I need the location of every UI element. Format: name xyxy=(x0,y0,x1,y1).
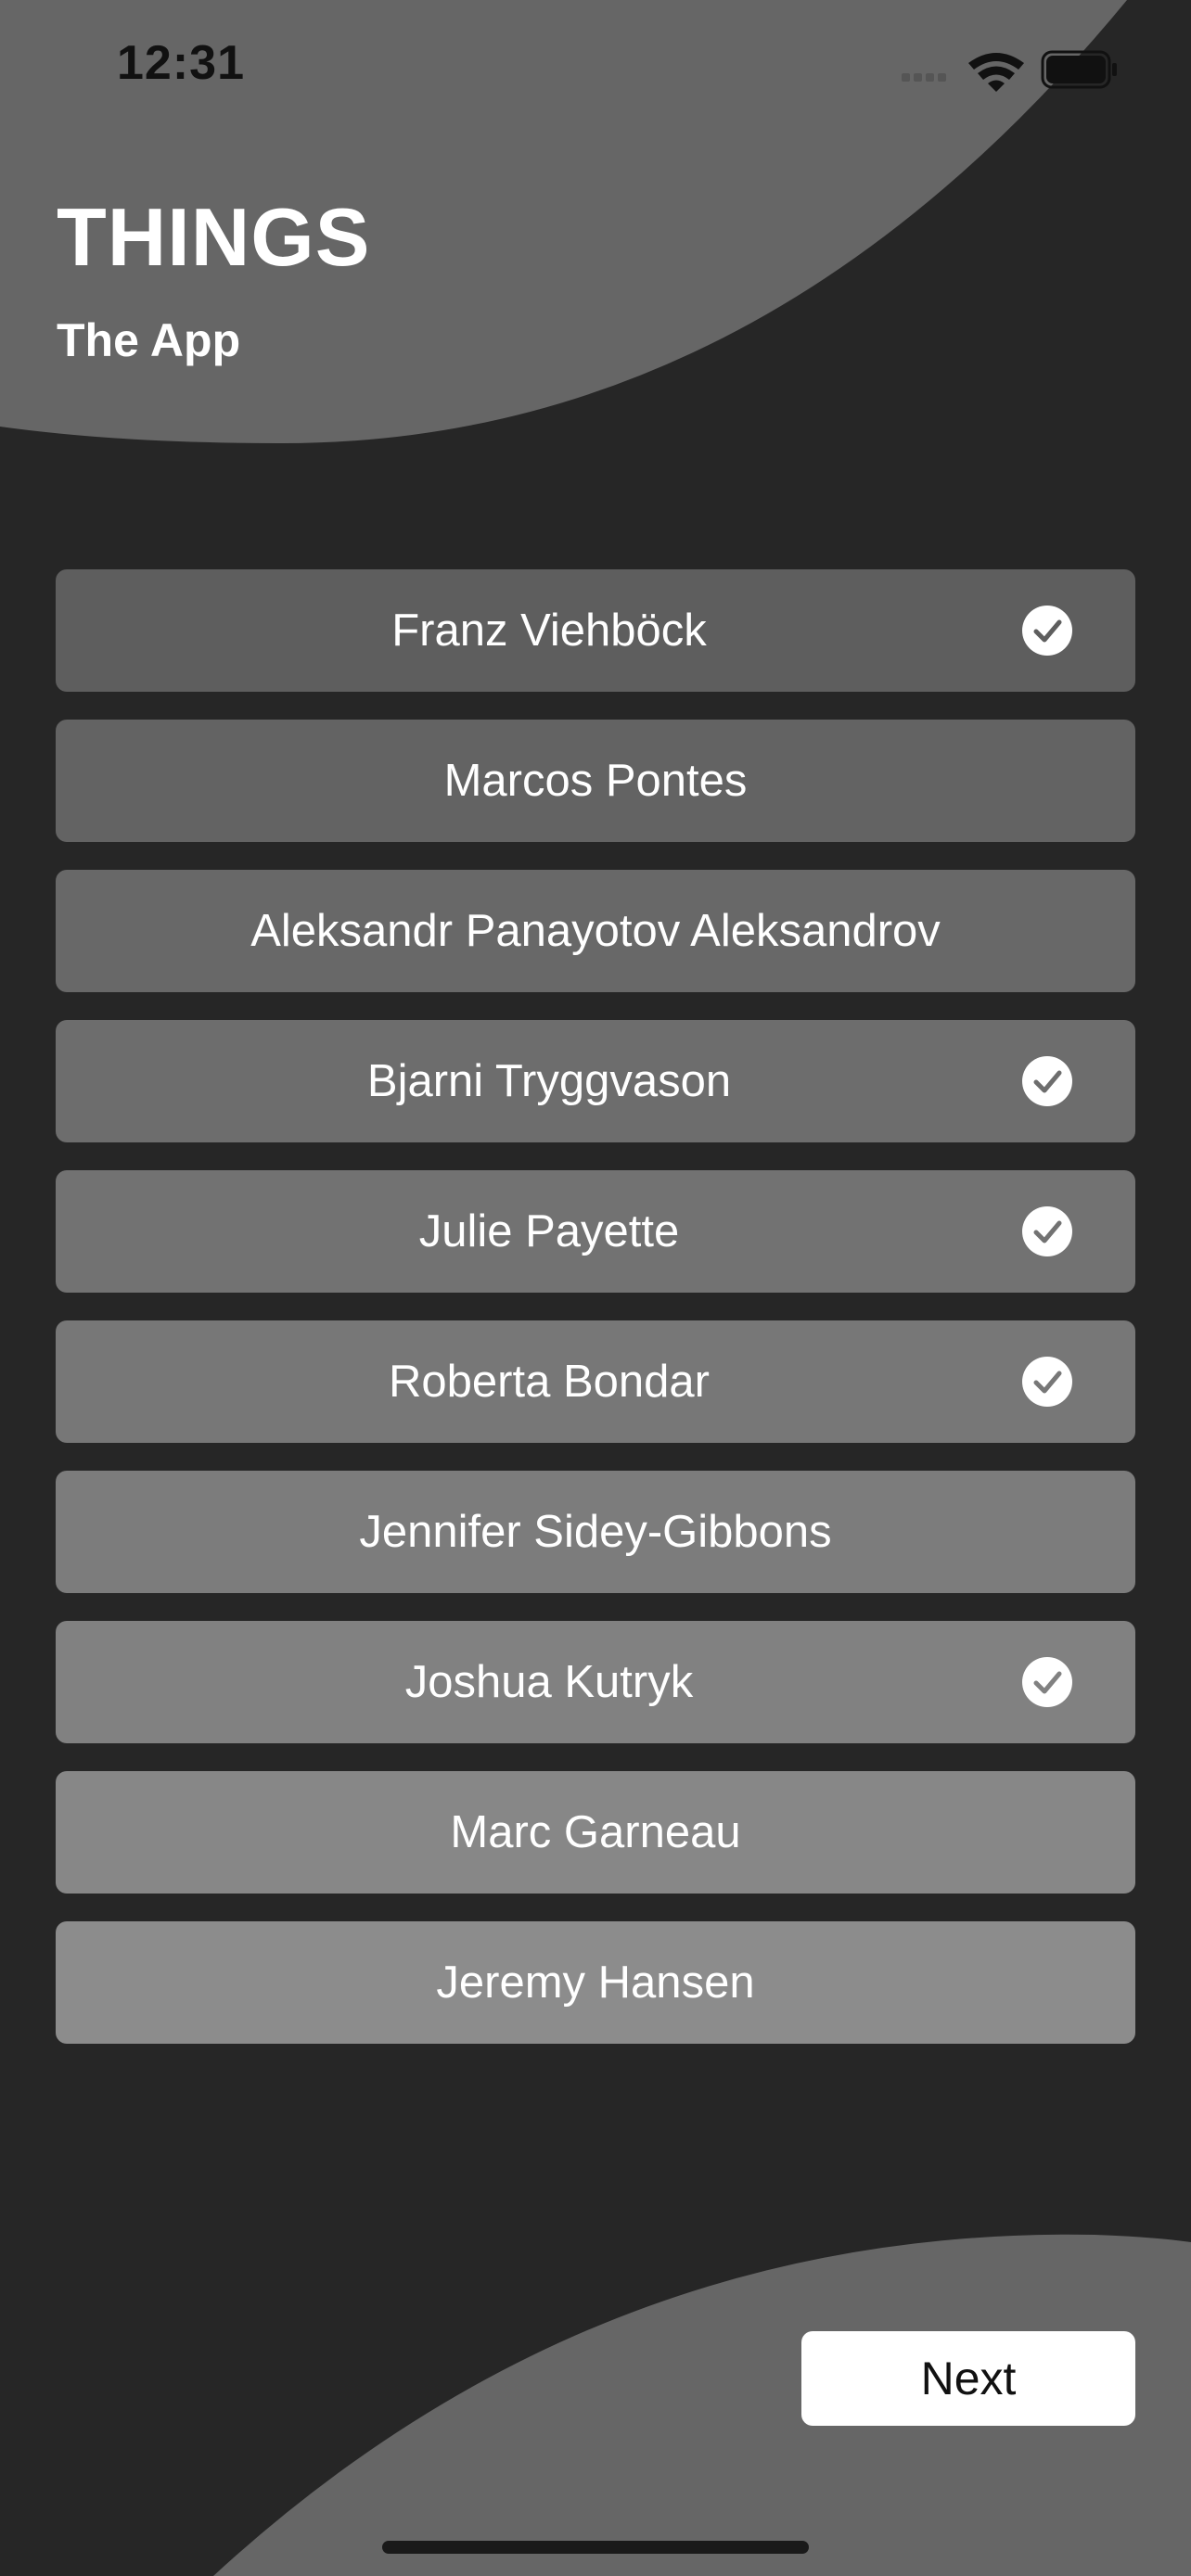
app-title: THINGS xyxy=(57,191,371,283)
list-item[interactable]: Julie Payette xyxy=(56,1170,1135,1293)
list-item-label: Roberta Bondar xyxy=(389,1357,710,1407)
list-item[interactable]: Aleksandr Panayotov Aleksandrov xyxy=(56,870,1135,992)
list-item-label: Jennifer Sidey-Gibbons xyxy=(359,1507,832,1557)
wifi-icon xyxy=(968,53,1024,92)
list-item[interactable]: Joshua Kutryk xyxy=(56,1621,1135,1743)
checkmark-circle-icon xyxy=(1022,606,1072,656)
list-item-label: Franz Viehböck xyxy=(391,606,707,656)
list-item[interactable]: Franz Viehböck xyxy=(56,569,1135,692)
list-item-label: Marc Garneau xyxy=(450,1807,741,1857)
astronaut-list: Franz Viehböck Marcos Pontes Aleksandr Pan… xyxy=(56,569,1135,2072)
list-item-label: Bjarni Tryggvason xyxy=(366,1056,732,1106)
checkmark-circle-icon xyxy=(1022,1357,1072,1407)
app-screen: 12:31 THINGS The App Franz Viehböck Marco… xyxy=(0,0,1191,2576)
list-item[interactable]: Jennifer Sidey-Gibbons xyxy=(56,1471,1135,1593)
list-item-label: Marcos Pontes xyxy=(443,756,748,806)
checkmark-circle-icon xyxy=(1022,1056,1072,1106)
status-time: 12:31 xyxy=(117,36,245,90)
list-item-label: Jeremy Hansen xyxy=(436,1958,755,2008)
list-item[interactable]: Roberta Bondar xyxy=(56,1320,1135,1443)
checkmark-circle-icon xyxy=(1022,1657,1072,1707)
list-item-label: Julie Payette xyxy=(418,1206,680,1256)
list-item[interactable]: Jeremy Hansen xyxy=(56,1921,1135,2044)
list-item[interactable]: Marc Garneau xyxy=(56,1771,1135,1894)
app-subtitle: The App xyxy=(57,314,241,366)
next-button[interactable]: Next xyxy=(801,2331,1135,2426)
cellular-signal-icon xyxy=(902,73,946,82)
list-item[interactable]: Bjarni Tryggvason xyxy=(56,1020,1135,1142)
list-item-label: Joshua Kutryk xyxy=(404,1657,694,1707)
checkmark-circle-icon xyxy=(1022,1206,1072,1256)
list-item[interactable]: Marcos Pontes xyxy=(56,720,1135,842)
status-icons xyxy=(902,50,1117,92)
battery-icon xyxy=(1041,50,1117,89)
list-item-label: Aleksandr Panayotov Aleksandrov xyxy=(250,906,941,956)
home-indicator[interactable] xyxy=(382,2541,809,2554)
